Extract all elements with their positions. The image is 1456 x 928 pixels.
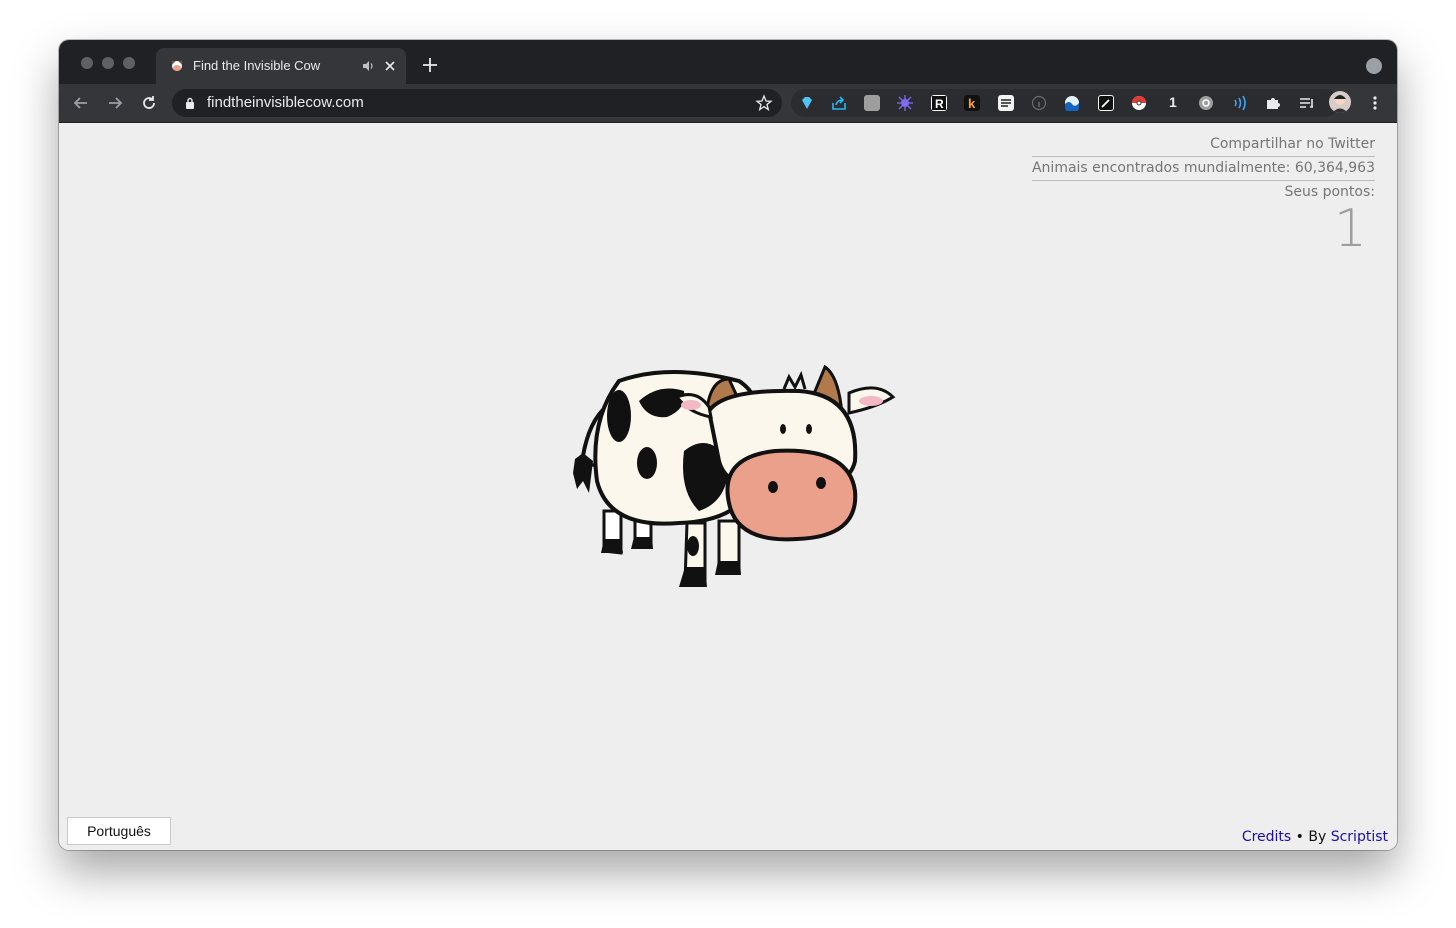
stats-panel: Compartilhar no Twitter Animais encontra… [1031, 133, 1375, 204]
diamond-extension-icon[interactable] [799, 95, 815, 111]
browser-window: Find the Invisible Cow findtheinvisiblec… [59, 40, 1397, 850]
share-twitter-link[interactable]: Compartilhar no Twitter [1210, 136, 1375, 152]
extensions-bar: R k 1 [791, 89, 1339, 117]
arrow-right-icon[interactable] [105, 93, 125, 113]
points-value: 1 [1333, 199, 1367, 259]
info-extension-icon[interactable] [1031, 95, 1047, 111]
minimize-window-dot[interactable] [102, 57, 114, 69]
arrow-left-icon[interactable] [71, 93, 91, 113]
reading-list-icon[interactable] [1299, 95, 1315, 111]
kebab-menu-icon[interactable] [1367, 95, 1383, 111]
tab-title: Find the Invisible Cow [193, 58, 321, 73]
lock-icon [186, 97, 194, 109]
reload-icon[interactable] [139, 93, 159, 113]
svg-text:k: k [968, 96, 976, 111]
speaker-icon[interactable] [361, 59, 375, 73]
sound-wave-extension-icon[interactable] [1231, 95, 1247, 111]
circle-extension-icon[interactable] [1198, 95, 1214, 111]
svg-text:R: R [935, 97, 944, 111]
toolbar: findtheinvisiblecow.com R k 1 [59, 84, 1397, 123]
cow-image [573, 364, 896, 587]
close-icon[interactable] [382, 58, 398, 74]
tab-strip: Find the Invisible Cow [59, 40, 1397, 84]
by-text: • By [1291, 829, 1331, 845]
badge-extension-label[interactable]: 1 [1169, 94, 1177, 110]
notes-extension-icon[interactable] [998, 95, 1014, 111]
cow-icon [171, 60, 183, 71]
wave-extension-icon[interactable] [1064, 95, 1080, 114]
k-extension-icon[interactable]: k [964, 95, 980, 111]
credits-link[interactable]: Credits [1242, 829, 1291, 845]
m-extension-icon[interactable] [864, 95, 880, 111]
sparkle-extension-icon[interactable] [897, 95, 913, 111]
url-text: findtheinvisiblecow.com [207, 94, 364, 111]
close-window-dot[interactable] [81, 57, 93, 69]
address-bar[interactable]: findtheinvisiblecow.com [172, 89, 782, 117]
author-link[interactable]: Scriptist [1331, 829, 1388, 845]
edit-extension-icon[interactable] [1098, 95, 1114, 111]
puzzle-icon[interactable] [1265, 95, 1281, 111]
zoom-window-dot[interactable] [123, 57, 135, 69]
points-label: Seus pontos: [1284, 184, 1375, 200]
share-row: Compartilhar no Twitter [1031, 133, 1375, 157]
language-select[interactable]: Português [67, 817, 171, 845]
star-icon[interactable] [755, 94, 773, 112]
pokeball-extension-icon[interactable] [1131, 95, 1147, 111]
plus-icon[interactable] [421, 56, 439, 74]
share-extension-icon[interactable] [831, 95, 847, 111]
global-count: Animais encontrados mundialmente: 60,364… [1031, 157, 1375, 181]
page-content[interactable]: Compartilhar no Twitter Animais encontra… [59, 123, 1397, 850]
tab-search-icon[interactable] [1366, 58, 1382, 74]
r-extension-icon[interactable]: R [931, 95, 947, 111]
credits-footer: Credits • By Scriptist [1242, 829, 1388, 845]
avatar[interactable] [1329, 91, 1351, 113]
tab-active[interactable]: Find the Invisible Cow [156, 48, 406, 84]
